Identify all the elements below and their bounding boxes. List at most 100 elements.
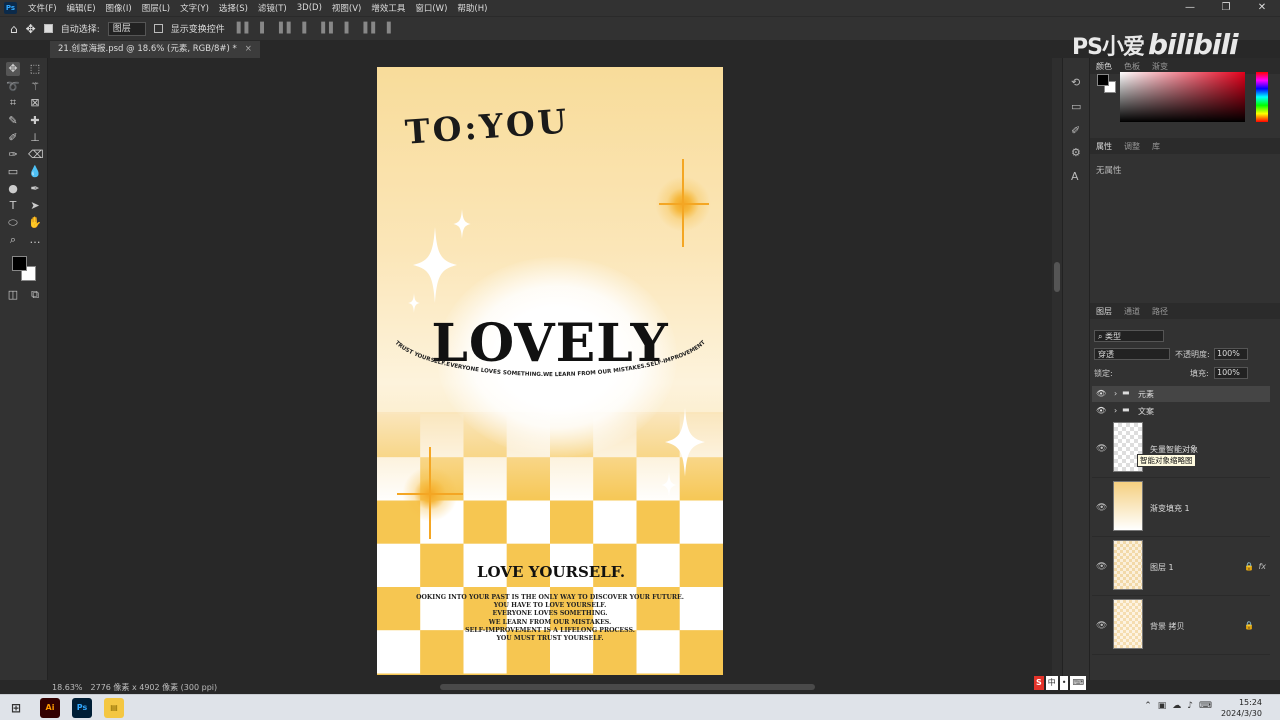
layer-vector-smart-object[interactable]: 👁 矢量智能对象 [1092, 420, 1270, 478]
ime-chinese[interactable]: 中 [1045, 676, 1058, 690]
history-brush-icon[interactable]: ✑ [6, 148, 20, 162]
layer-background-copy[interactable]: 👁 背景 拷贝 🔒 [1092, 597, 1270, 655]
fx-icon[interactable]: fx [1258, 562, 1266, 571]
chevron-right-icon[interactable]: › [1114, 406, 1117, 415]
eye-icon[interactable]: 👁 [1096, 503, 1107, 513]
tab-color[interactable]: 颜色 [1090, 61, 1118, 72]
eye-icon[interactable]: 👁 [1096, 389, 1106, 398]
tab-paths[interactable]: 路径 [1146, 306, 1174, 317]
document-tab[interactable]: 21.创意海报.psd @ 18.6% (元素, RGB/8#) * × [50, 41, 260, 58]
layer-thumbnail[interactable] [1113, 599, 1143, 649]
menu-plugins[interactable]: 增效工具 [366, 2, 410, 14]
screen-mode-icon[interactable]: ⧉ [28, 288, 42, 302]
close-window-button[interactable]: ✕ [1244, 0, 1280, 16]
horizontal-scrollbar[interactable] [440, 684, 815, 690]
crop-tool-icon[interactable]: ⌗ [6, 96, 20, 110]
frame-tool-icon[interactable]: ⊠ [28, 96, 42, 110]
pen-tool-icon[interactable]: ✒ [28, 182, 42, 196]
menu-image[interactable]: 图像(I) [101, 2, 137, 14]
auto-select-checkbox[interactable] [43, 24, 53, 33]
vertical-scrollbar[interactable] [1052, 58, 1062, 680]
align-buttons[interactable]: ▐▌▐ ▐▌▐ ▐▌▐ ▐▌▐ [233, 23, 395, 34]
poster-canvas[interactable]: TO:YOU LOVELY TRUST YOURSELF.EVERYONE LO… [377, 67, 723, 675]
menu-edit[interactable]: 编辑(E) [62, 2, 101, 14]
adjust-icon[interactable]: ⚙ [1071, 146, 1081, 159]
panel-fg-swatch[interactable] [1097, 74, 1109, 86]
photoshop-taskbar-icon[interactable]: Ps [72, 698, 92, 718]
menu-type[interactable]: 文字(Y) [175, 2, 214, 14]
menu-filter[interactable]: 滤镜(T) [253, 2, 292, 14]
tab-properties[interactable]: 属性 [1090, 141, 1118, 152]
layer-thumbnail[interactable] [1113, 481, 1143, 531]
menu-layer[interactable]: 图层(L) [137, 2, 175, 14]
show-transform-checkbox[interactable] [153, 24, 163, 33]
home-icon[interactable]: ⌂ [10, 22, 18, 36]
restore-button[interactable]: ❐ [1208, 0, 1244, 16]
windows-start-icon[interactable]: ⊞ [6, 698, 26, 718]
zoom-level[interactable]: 18.63% [52, 683, 83, 692]
hand-tool-icon[interactable]: ✋ [28, 216, 42, 230]
layer-group-copy[interactable]: 👁 › ▬ 文案 [1092, 403, 1270, 419]
dodge-tool-icon[interactable]: ● [6, 182, 20, 196]
move-tool-icon[interactable]: ✥ [6, 62, 20, 76]
foreground-color-swatch[interactable] [12, 256, 27, 271]
zoom-tool-icon[interactable]: ⌕ [6, 233, 20, 247]
magic-wand-icon[interactable]: ⚚ [28, 80, 42, 94]
close-tab-icon[interactable]: × [245, 44, 252, 54]
quick-mask-icon[interactable]: ◫ [6, 288, 20, 302]
system-tray[interactable]: ⌃▣☁♪⌨ [1144, 701, 1218, 711]
tab-swatches[interactable]: 色板 [1118, 61, 1146, 72]
layer-1[interactable]: 👁 图层 1 🔒 fx [1092, 538, 1270, 596]
sogou-icon[interactable]: S [1034, 676, 1044, 690]
layer-group-elements[interactable]: 👁 › ▬ 元素 [1092, 386, 1270, 402]
stamp-tool-icon[interactable]: ⊥ [28, 131, 42, 145]
type-tool-icon[interactable]: T [6, 199, 20, 213]
layer-gradient-fill[interactable]: 👁 渐变填充 1 [1092, 479, 1270, 537]
vertical-scroll-thumb[interactable] [1054, 262, 1060, 292]
auto-select-dropdown[interactable]: 图层 [107, 21, 146, 36]
hue-slider[interactable] [1256, 72, 1268, 122]
file-explorer-icon[interactable]: ▤ [104, 698, 124, 718]
history-icon[interactable]: ⟲ [1071, 76, 1080, 89]
marquee-tool-icon[interactable]: ⬚ [28, 62, 42, 76]
layer-thumbnail[interactable] [1113, 540, 1143, 590]
move-tool-icon[interactable]: ✥ [26, 22, 36, 36]
healing-brush-icon[interactable]: ✚ [28, 114, 42, 128]
menu-view[interactable]: 视图(V) [327, 2, 366, 14]
clock[interactable]: 15:24 2024/3/30 [1221, 697, 1262, 719]
comment-icon[interactable]: ▭ [1071, 100, 1081, 113]
minimize-button[interactable]: — [1172, 0, 1208, 16]
eraser-icon[interactable]: ⌫ [28, 148, 44, 162]
menu-select[interactable]: 选择(S) [214, 2, 253, 14]
menu-file[interactable]: 文件(F) [23, 2, 62, 14]
menu-3d[interactable]: 3D(D) [292, 3, 327, 13]
opacity-input[interactable]: 100% [1214, 348, 1248, 360]
menu-window[interactable]: 窗口(W) [410, 2, 452, 14]
eyedropper-icon[interactable]: ✎ [6, 114, 20, 128]
ime-punct[interactable]: • [1059, 676, 1069, 690]
lasso-tool-icon[interactable]: ➰ [6, 80, 20, 94]
shape-tool-icon[interactable]: ⬭ [6, 216, 20, 230]
color-picker-field[interactable] [1120, 72, 1245, 122]
tab-gradient[interactable]: 渐变 [1146, 61, 1174, 72]
more-tools-icon[interactable]: … [28, 233, 42, 247]
blur-tool-icon[interactable]: 💧 [28, 165, 42, 179]
fill-input[interactable]: 100% [1214, 367, 1248, 379]
eye-icon[interactable]: 👁 [1096, 406, 1106, 415]
ime-keyboard[interactable]: ⌨ [1070, 676, 1087, 690]
tab-channels[interactable]: 通道 [1118, 306, 1146, 317]
brush-tool-icon[interactable]: ✐ [6, 131, 20, 145]
tab-adjustments[interactable]: 调整 [1118, 141, 1146, 152]
eye-icon[interactable]: 👁 [1096, 621, 1107, 631]
brush-panel-icon[interactable]: ✐ [1071, 124, 1080, 137]
eye-icon[interactable]: 👁 [1096, 562, 1107, 572]
gradient-tool-icon[interactable]: ▭ [6, 165, 20, 179]
path-select-icon[interactable]: ➤ [28, 199, 42, 213]
blend-mode-dropdown[interactable]: 穿透 [1094, 348, 1170, 360]
layer-kind-filter[interactable]: ⌕ 类型 [1094, 330, 1164, 342]
tab-layers[interactable]: 图层 [1090, 306, 1118, 317]
menu-help[interactable]: 帮助(H) [452, 2, 492, 14]
eye-icon[interactable]: 👁 [1096, 444, 1107, 454]
tab-libraries[interactable]: 库 [1146, 141, 1166, 152]
illustrator-taskbar-icon[interactable]: Ai [40, 698, 60, 718]
